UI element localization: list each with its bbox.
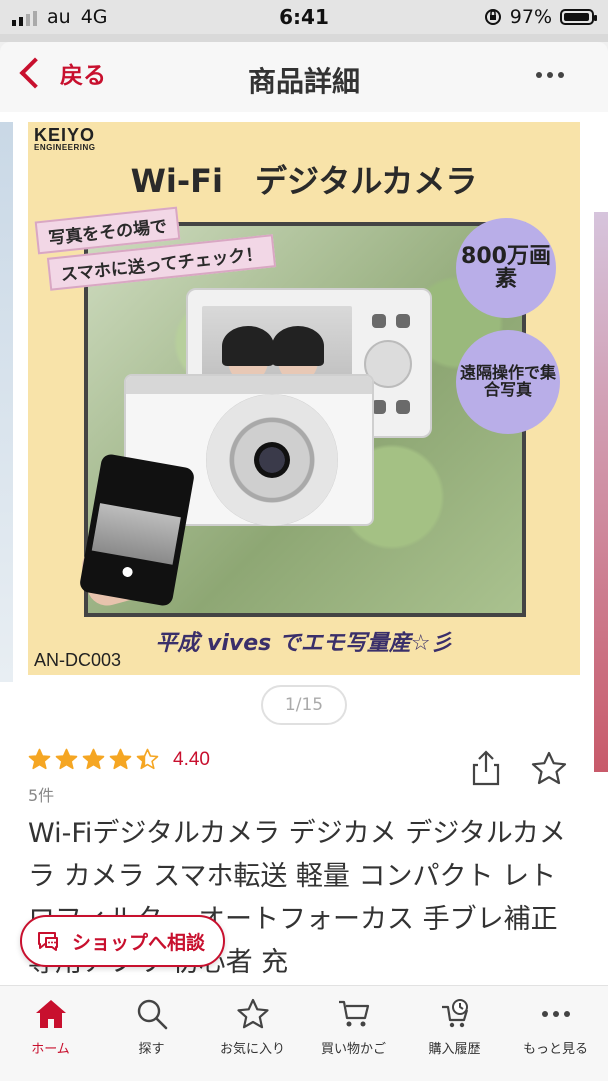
tab-cart[interactable]: 買い物かご	[303, 998, 404, 1057]
chat-icon	[38, 932, 58, 951]
star-full-icon	[28, 748, 51, 770]
camera-button	[396, 400, 410, 414]
rating-value: 4.40	[173, 748, 210, 770]
image-pager: 1/15	[261, 685, 347, 725]
history-icon	[441, 999, 468, 1028]
review-count[interactable]: 5件	[28, 782, 54, 806]
more-icon	[541, 1011, 570, 1017]
image-carousel[interactable]: KEIYO ENGINEERING Wi-Fi デジタルカメラ 写真をその場で …	[0, 112, 608, 772]
status-right: 97%	[484, 6, 597, 28]
rotation-lock-icon	[484, 9, 501, 25]
cart-icon	[338, 1000, 369, 1027]
shop-consult-button[interactable]: ショップへ相談	[20, 915, 225, 967]
star-half-icon	[136, 748, 159, 770]
resolution-badge: 800万画素	[456, 218, 556, 318]
favorite-star-icon[interactable]	[530, 750, 568, 786]
star-full-icon	[82, 748, 105, 770]
next-image-peek[interactable]	[594, 212, 608, 772]
tab-home[interactable]: ホーム	[0, 998, 101, 1057]
nav-bar: 戻る 商品詳細	[0, 34, 608, 112]
search-icon	[137, 999, 167, 1030]
tab-more[interactable]: もっと見る	[505, 998, 606, 1057]
more-options-button[interactable]	[536, 72, 564, 78]
product-image[interactable]: KEIYO ENGINEERING Wi-Fi デジタルカメラ 写真をその場で …	[28, 122, 580, 675]
home-icon	[35, 1000, 66, 1028]
camera-button	[372, 400, 386, 414]
nav-inner: 戻る 商品詳細	[0, 42, 608, 112]
more-dot-icon	[547, 72, 553, 78]
tab-purchase-history[interactable]: 購入履歴	[404, 998, 505, 1057]
rating-row[interactable]: 4.40	[28, 748, 210, 771]
sheet-edge	[0, 34, 608, 42]
more-dot-icon	[558, 72, 564, 78]
more-dot-icon	[536, 72, 542, 78]
rating-stars	[28, 748, 159, 771]
remote-control-badge: 遠隔操作で集合写真	[456, 330, 560, 434]
previous-image-peek[interactable]	[0, 122, 13, 682]
tab-search[interactable]: 探す	[101, 998, 202, 1057]
battery-percent: 97%	[509, 6, 552, 28]
bottom-tab-bar: ホーム 探す お気に入り 買い物かご 購入履歴 もっと見る	[0, 985, 608, 1081]
camera-lens	[206, 394, 338, 526]
image-headline: Wi-Fi デジタルカメラ	[130, 162, 478, 200]
page-title: 商品詳細	[247, 65, 360, 98]
tab-favorites[interactable]: お気に入り	[202, 998, 303, 1057]
brand-logo: KEIYO ENGINEERING	[34, 125, 96, 152]
model-number: AN-DC003	[34, 650, 122, 670]
star-full-icon	[109, 748, 132, 770]
battery-icon	[560, 9, 597, 25]
star-icon	[236, 998, 269, 1029]
status-bar: au 4G 6:41 97%	[0, 0, 608, 34]
shop-consult-label: ショップへ相談	[72, 931, 206, 954]
share-icon[interactable]	[468, 748, 504, 788]
camera-button	[396, 314, 410, 328]
star-full-icon	[55, 748, 78, 770]
camera-button	[372, 314, 386, 328]
